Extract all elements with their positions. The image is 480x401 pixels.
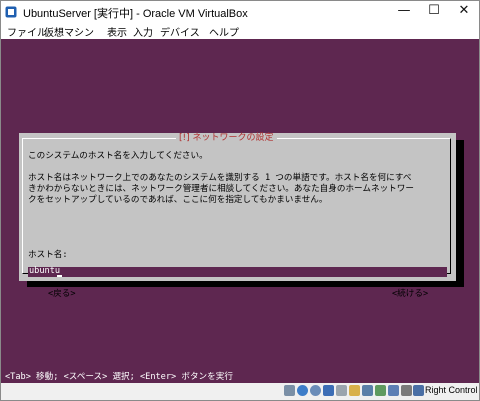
network-config-dialog: [!] ネットワークの設定 このシステムのホスト名を入力してください。 ホスト名…	[19, 133, 456, 299]
display-icon[interactable]	[362, 385, 373, 396]
menu-file[interactable]: ファイル	[7, 24, 47, 39]
back-button[interactable]: <戻る>	[48, 287, 76, 299]
shared-folder-icon[interactable]	[349, 385, 360, 396]
hostname-input[interactable]: ubuntu	[28, 266, 447, 277]
usb-icon[interactable]	[336, 385, 347, 396]
minimize-button[interactable]: —	[389, 1, 419, 23]
continue-button[interactable]: <続ける>	[392, 287, 428, 299]
cpu-icon[interactable]	[388, 385, 399, 396]
menu-help[interactable]: ヘルプ	[209, 24, 239, 39]
dialog-title: [!] ネットワークの設定	[176, 133, 277, 144]
menu-devices[interactable]: デバイス	[160, 24, 200, 39]
menu-machine[interactable]: 仮想マシン	[44, 24, 94, 39]
hostname-value: ubuntu	[29, 266, 61, 276]
text-cursor	[57, 275, 62, 277]
dialog-description: このシステムのホスト名を入力してください。 ホスト名はネットワーク上でのあなたの…	[28, 151, 414, 205]
title-bar[interactable]: UbuntuServer [実行中] - Oracle VM VirtualBo…	[1, 1, 479, 23]
hdd-icon[interactable]	[284, 385, 295, 396]
maximize-button[interactable]: ☐	[419, 1, 449, 23]
network-icon[interactable]	[323, 385, 334, 396]
window-title: UbuntuServer [実行中] - Oracle VM VirtualBo…	[23, 8, 248, 20]
keyboard-icon[interactable]	[413, 385, 424, 396]
menu-bar: ファイル 仮想マシン 表示 入力 デバイス ヘルプ	[1, 23, 479, 39]
hostname-label: ホスト名:	[28, 250, 68, 260]
close-button[interactable]: ✕	[449, 1, 479, 23]
virtualbox-icon	[5, 6, 17, 18]
audio-icon[interactable]	[310, 385, 321, 396]
virtualbox-window: UbuntuServer [実行中] - Oracle VM VirtualBo…	[0, 0, 480, 401]
menu-input[interactable]: 入力	[133, 24, 153, 39]
host-key-label: Right Control	[425, 385, 478, 395]
vm-console-screen[interactable]: [!] ネットワークの設定 このシステムのホスト名を入力してください。 ホスト名…	[1, 39, 479, 383]
video-capture-icon[interactable]	[375, 385, 386, 396]
optical-drive-icon[interactable]	[297, 385, 308, 396]
menu-view[interactable]: 表示	[107, 24, 127, 39]
status-bar: Right Control	[1, 383, 479, 400]
mouse-integration-icon[interactable]	[401, 385, 412, 396]
keyboard-help-line: <Tab> 移動; <スペース> 選択; <Enter> ボタンを実行	[5, 372, 233, 382]
